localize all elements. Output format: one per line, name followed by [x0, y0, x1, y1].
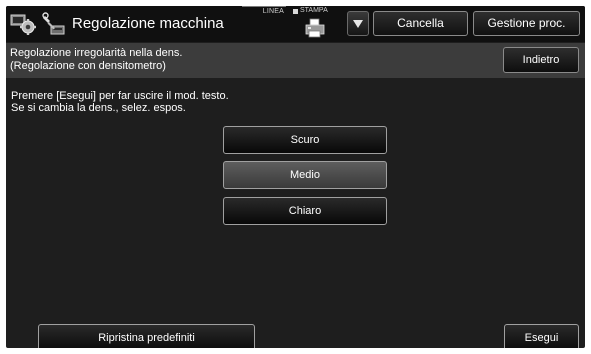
machine-adjust-icon	[42, 12, 66, 36]
density-medium-button[interactable]: Medio	[223, 161, 387, 189]
cancel-button[interactable]: Cancella	[373, 11, 468, 36]
function-title: Regolazione irregolarità nella dens. (Re…	[10, 47, 182, 73]
status-stampa: STAMPA	[291, 6, 343, 42]
sub-header: Regolazione irregolarità nella dens. (Re…	[6, 43, 585, 78]
restore-defaults-button[interactable]: Ripristina predefiniti	[38, 324, 255, 348]
top-bar: Regolazione macchina LINEA STAMPA Cancel…	[6, 6, 585, 42]
settings-mode-icon[interactable]	[10, 12, 36, 36]
job-status-button[interactable]: Gestione proc.	[473, 11, 580, 36]
status-stampa-label: STAMPA	[300, 7, 328, 14]
status-linea: LINEA	[242, 6, 286, 27]
instructions-line1: Premere [Esegui] per far uscire il mod. …	[11, 90, 229, 102]
status-linea-label: LINEA	[262, 8, 284, 15]
status-dropdown-button[interactable]	[347, 11, 369, 36]
screen-title: Regolazione macchina	[72, 15, 224, 32]
triangle-down-icon	[353, 20, 363, 28]
instructions-line2: Se si cambia la dens., selez. espos.	[11, 102, 186, 114]
printer-icon	[305, 18, 325, 38]
function-title-line1: Regolazione irregolarità nella dens.	[10, 47, 183, 59]
density-dark-button[interactable]: Scuro	[223, 126, 387, 154]
machine-adjust-screen: Regolazione macchina LINEA STAMPA Cancel…	[6, 6, 585, 348]
status-indicator-icon	[293, 9, 298, 14]
instructions-text: Premere [Esegui] per far uscire il mod. …	[11, 90, 229, 114]
function-title-line2: (Regolazione con densitometro)	[10, 60, 166, 72]
execute-button[interactable]: Esegui	[504, 324, 579, 348]
density-light-button[interactable]: Chiaro	[223, 197, 387, 225]
back-button[interactable]: Indietro	[503, 47, 579, 73]
